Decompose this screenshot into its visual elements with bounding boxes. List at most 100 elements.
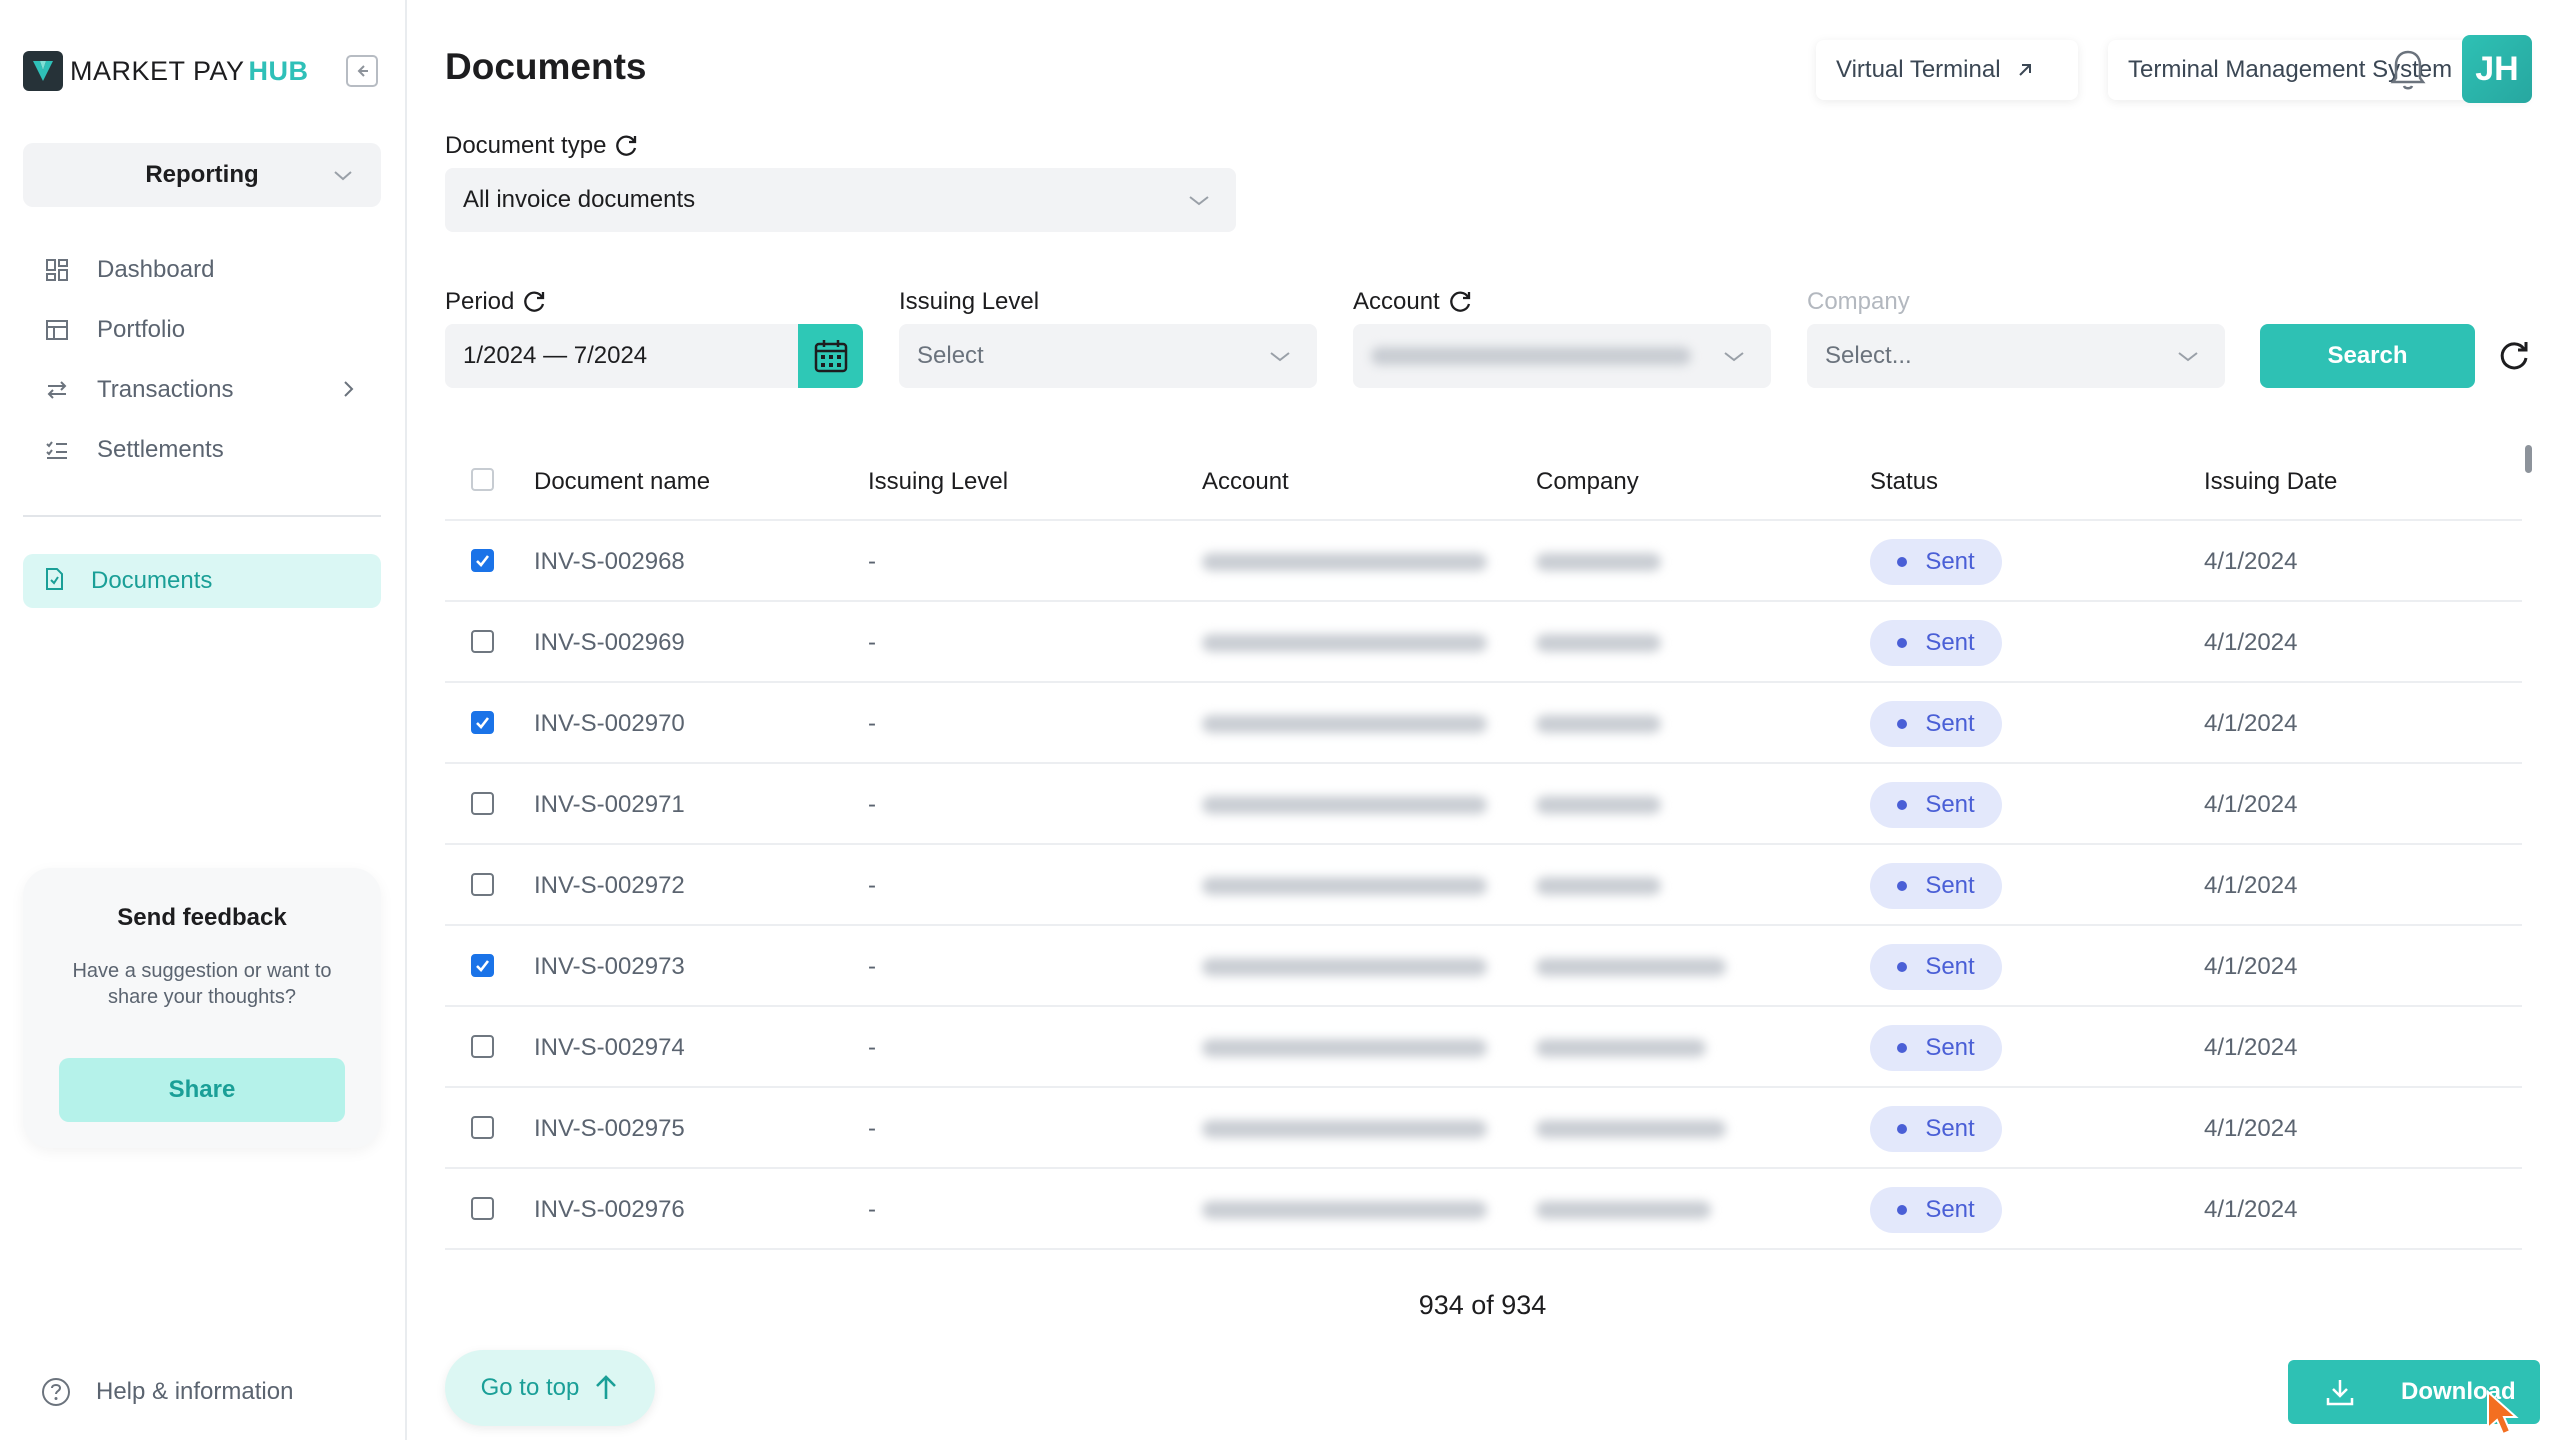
transactions-icon <box>41 374 73 406</box>
document-name-cell[interactable]: INV-S-002973 <box>534 953 685 981</box>
column-header-status[interactable]: Status <box>1870 468 1938 496</box>
row-checkbox[interactable] <box>471 873 494 896</box>
table-row[interactable]: INV-S-002976 - Sent 4/1/2024 <box>445 1169 2522 1250</box>
company-label: Company <box>1807 288 1910 315</box>
issuing-date-cell: 4/1/2024 <box>2204 872 2298 899</box>
sidebar-divider <box>23 515 381 517</box>
module-selector[interactable]: Reporting <box>23 143 381 207</box>
company-select[interactable]: Select... <box>1807 324 2225 388</box>
table-row[interactable]: INV-S-002974 - Sent 4/1/2024 <box>445 1007 2522 1088</box>
chevron-down-icon <box>1724 352 1744 362</box>
document-name-cell[interactable]: INV-S-002972 <box>534 872 685 900</box>
account-cell-redacted <box>1202 877 1487 895</box>
status-dot-icon <box>1897 1124 1908 1134</box>
go-to-top-label: Go to top <box>480 1374 580 1401</box>
sidebar-item-portfolio[interactable]: Portfolio <box>23 300 381 360</box>
document-name-cell[interactable]: INV-S-002970 <box>534 710 685 738</box>
calendar-icon <box>814 340 847 373</box>
status-label: Sent <box>1925 1115 1975 1142</box>
row-checkbox[interactable] <box>471 1116 494 1139</box>
table-scrollbar[interactable] <box>2525 445 2532 473</box>
select-all-checkbox[interactable] <box>471 468 494 491</box>
calendar-button[interactable] <box>798 324 863 388</box>
sidebar-item-documents[interactable]: Documents <box>23 554 381 608</box>
reset-filters-icon[interactable] <box>2496 338 2532 374</box>
issuing-date-cell: 4/1/2024 <box>2204 710 2298 737</box>
period-input[interactable]: 1/2024 — 7/2024 <box>445 324 863 388</box>
column-header-document-name[interactable]: Document name <box>534 468 710 496</box>
status-label: Sent <box>1925 548 1975 575</box>
sidebar-item-label: Documents <box>91 567 213 594</box>
row-checkbox[interactable] <box>471 711 494 734</box>
table-row[interactable]: INV-S-002971 - Sent 4/1/2024 <box>445 764 2522 845</box>
issuing-level-select[interactable]: Select <box>899 324 1317 388</box>
document-name-cell[interactable]: INV-S-002976 <box>534 1196 685 1224</box>
document-name-cell[interactable]: INV-S-002969 <box>534 629 685 657</box>
account-select[interactable] <box>1353 324 1771 388</box>
row-checkbox[interactable] <box>471 954 494 977</box>
period-label: Period <box>445 288 548 316</box>
document-name-cell[interactable]: INV-S-002975 <box>534 1115 685 1143</box>
share-feedback-button[interactable]: Share <box>59 1058 345 1122</box>
document-name-cell[interactable]: INV-S-002971 <box>534 791 685 819</box>
column-header-issuing-date[interactable]: Issuing Date <box>2204 468 2337 496</box>
document-name-cell[interactable]: INV-S-002968 <box>534 548 685 576</box>
brand[interactable]: MARKET PAY HUB <box>23 50 309 92</box>
company-cell-redacted <box>1536 634 1661 652</box>
document-name-cell[interactable]: INV-S-002974 <box>534 1034 685 1062</box>
company-placeholder: Select... <box>1825 342 1912 369</box>
help-label: Help & information <box>96 1378 294 1405</box>
refresh-icon[interactable] <box>522 289 548 315</box>
sidebar-item-settlements[interactable]: Settlements <box>23 420 381 480</box>
status-dot-icon <box>1897 962 1908 972</box>
issuing-level-cell: - <box>868 872 876 899</box>
virtual-terminal-link[interactable]: Virtual Terminal <box>1816 40 2078 100</box>
table-row[interactable]: INV-S-002975 - Sent 4/1/2024 <box>445 1088 2522 1169</box>
table-row[interactable]: INV-S-002970 - Sent 4/1/2024 <box>445 683 2522 764</box>
row-checkbox[interactable] <box>471 1035 494 1058</box>
issuing-date-cell: 4/1/2024 <box>2204 629 2298 656</box>
sidebar-item-transactions[interactable]: Transactions <box>23 360 381 420</box>
sidebar-item-label: Settlements <box>97 436 224 463</box>
status-badge: Sent <box>1870 1187 2002 1233</box>
row-checkbox[interactable] <box>471 630 494 653</box>
table-row[interactable]: INV-S-002973 - Sent 4/1/2024 <box>445 926 2522 1007</box>
issuing-date-cell: 4/1/2024 <box>2204 1115 2298 1142</box>
table-row[interactable]: INV-S-002968 - Sent 4/1/2024 <box>445 521 2522 602</box>
row-checkbox[interactable] <box>471 1197 494 1220</box>
document-type-value: All invoice documents <box>463 186 696 213</box>
notification-bell-icon[interactable] <box>2386 44 2430 92</box>
column-header-account[interactable]: Account <box>1202 468 1289 496</box>
status-badge: Sent <box>1870 944 2002 990</box>
column-header-company[interactable]: Company <box>1536 468 1639 496</box>
feedback-title: Send feedback <box>117 904 287 931</box>
chevron-down-icon <box>334 171 352 181</box>
search-button[interactable]: Search <box>2260 324 2475 388</box>
pagination-info: 934 of 934 <box>0 1290 2553 1321</box>
issuing-level-cell: - <box>868 1196 876 1223</box>
document-type-select[interactable]: All invoice documents <box>445 168 1236 232</box>
dashboard-icon <box>41 254 73 286</box>
column-header-issuing-level[interactable]: Issuing Level <box>868 468 1008 496</box>
refresh-icon[interactable] <box>614 133 640 159</box>
table-row[interactable]: INV-S-002972 - Sent 4/1/2024 <box>445 845 2522 926</box>
row-checkbox[interactable] <box>471 549 494 572</box>
collapse-sidebar-icon[interactable] <box>346 55 378 87</box>
table-row[interactable]: INV-S-002969 - Sent 4/1/2024 <box>445 602 2522 683</box>
brand-name: MARKET PAY HUB <box>70 55 309 86</box>
status-dot-icon <box>1897 638 1908 648</box>
go-to-top-button[interactable]: Go to top <box>445 1350 655 1426</box>
refresh-icon[interactable] <box>1448 289 1474 315</box>
user-avatar[interactable]: JH <box>2462 35 2532 103</box>
row-checkbox[interactable] <box>471 792 494 815</box>
external-link-icon <box>2018 64 2031 76</box>
issuing-level-placeholder: Select <box>917 342 984 369</box>
company-cell-redacted <box>1536 715 1661 733</box>
company-cell-redacted <box>1536 553 1661 571</box>
sidebar: MARKET PAY HUB Reporting Dashboard Portfo… <box>0 0 407 1440</box>
sidebar-item-dashboard[interactable]: Dashboard <box>23 240 381 300</box>
help-link[interactable]: Help & information <box>40 1376 293 1408</box>
company-cell-redacted <box>1536 796 1661 814</box>
issuing-level-cell: - <box>868 1034 876 1061</box>
app-root: MARKET PAY HUB Reporting Dashboard Portfo… <box>0 0 2553 1440</box>
